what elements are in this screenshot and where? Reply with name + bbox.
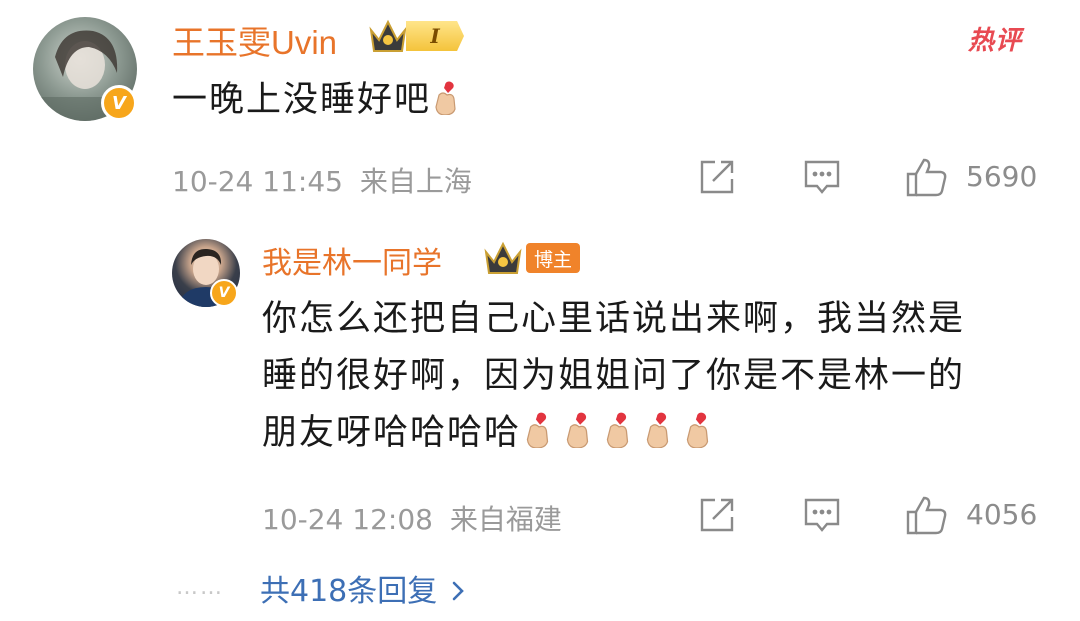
reply-comment-icon[interactable]: [802, 495, 842, 535]
reply-location: 来自福建: [449, 503, 562, 536]
reply-share-icon[interactable]: [697, 495, 737, 535]
finger-heart-emoji-row: [521, 412, 721, 453]
crown-icon: [369, 19, 407, 52]
host-badge: 博主: [526, 243, 580, 273]
comment-text: 一晚上没睡好吧: [172, 72, 461, 129]
share-icon[interactable]: [697, 157, 737, 197]
reply-crown-icon: [484, 241, 522, 274]
reply-text-line-1: 你怎么还把自己心里话说出来啊，我当然是: [262, 299, 966, 339]
comment-icon[interactable]: [802, 157, 842, 197]
more-replies-label[interactable]: 共418条回复: [260, 574, 437, 609]
finger-heart-emoji: [435, 81, 456, 115]
finger-heart-emoji: [681, 412, 721, 453]
reply-like-count: 4056: [966, 498, 1038, 531]
reply-username[interactable]: 我是林一同学: [262, 238, 442, 282]
chevron-right-icon: [452, 581, 465, 601]
finger-heart-emoji: [641, 412, 681, 453]
comment-username[interactable]: 王玉雯Uvin: [172, 16, 337, 64]
reply-meta: 10-24 12:08 来自福建: [262, 498, 562, 538]
vip-badge: I: [368, 18, 464, 54]
comment-like-count: 5690: [966, 160, 1038, 193]
finger-heart-emoji: [601, 412, 641, 453]
comment-location: 来自上海: [359, 165, 472, 198]
reply-text: 你怎么还把自己心里话说出来啊，我当然是 睡的很好啊，因为姐姐问了你是不是林一的 …: [262, 291, 1062, 462]
reply-vip-badge: 博主: [482, 240, 580, 276]
reply-time: 10-24 12:08: [262, 503, 433, 536]
reply-like-icon[interactable]: [905, 494, 949, 536]
finger-heart-emoji: [521, 412, 561, 453]
reply-text-line-2: 睡的很好啊，因为姐姐问了你是不是林一的: [262, 356, 966, 396]
verified-badge-icon: V: [101, 85, 137, 121]
like-icon[interactable]: [905, 156, 949, 198]
comment-meta: 10-24 11:45 来自上海: [172, 160, 472, 200]
level-badge: I: [406, 21, 464, 51]
divider-dots: ……: [176, 575, 224, 600]
finger-heart-emoji: [561, 412, 601, 453]
comment-text-content: 一晚上没睡好吧: [172, 80, 432, 120]
hot-comment-tag: 热评: [968, 26, 1023, 56]
reply-verified-badge-icon: V: [210, 279, 238, 307]
reply-text-line-3-content: 朋友呀哈哈哈哈: [262, 413, 522, 453]
more-replies-link[interactable]: 共418条回复: [260, 566, 465, 610]
comment-time: 10-24 11:45: [172, 165, 343, 198]
reply-text-line-3: 朋友呀哈哈哈哈: [262, 405, 1062, 462]
